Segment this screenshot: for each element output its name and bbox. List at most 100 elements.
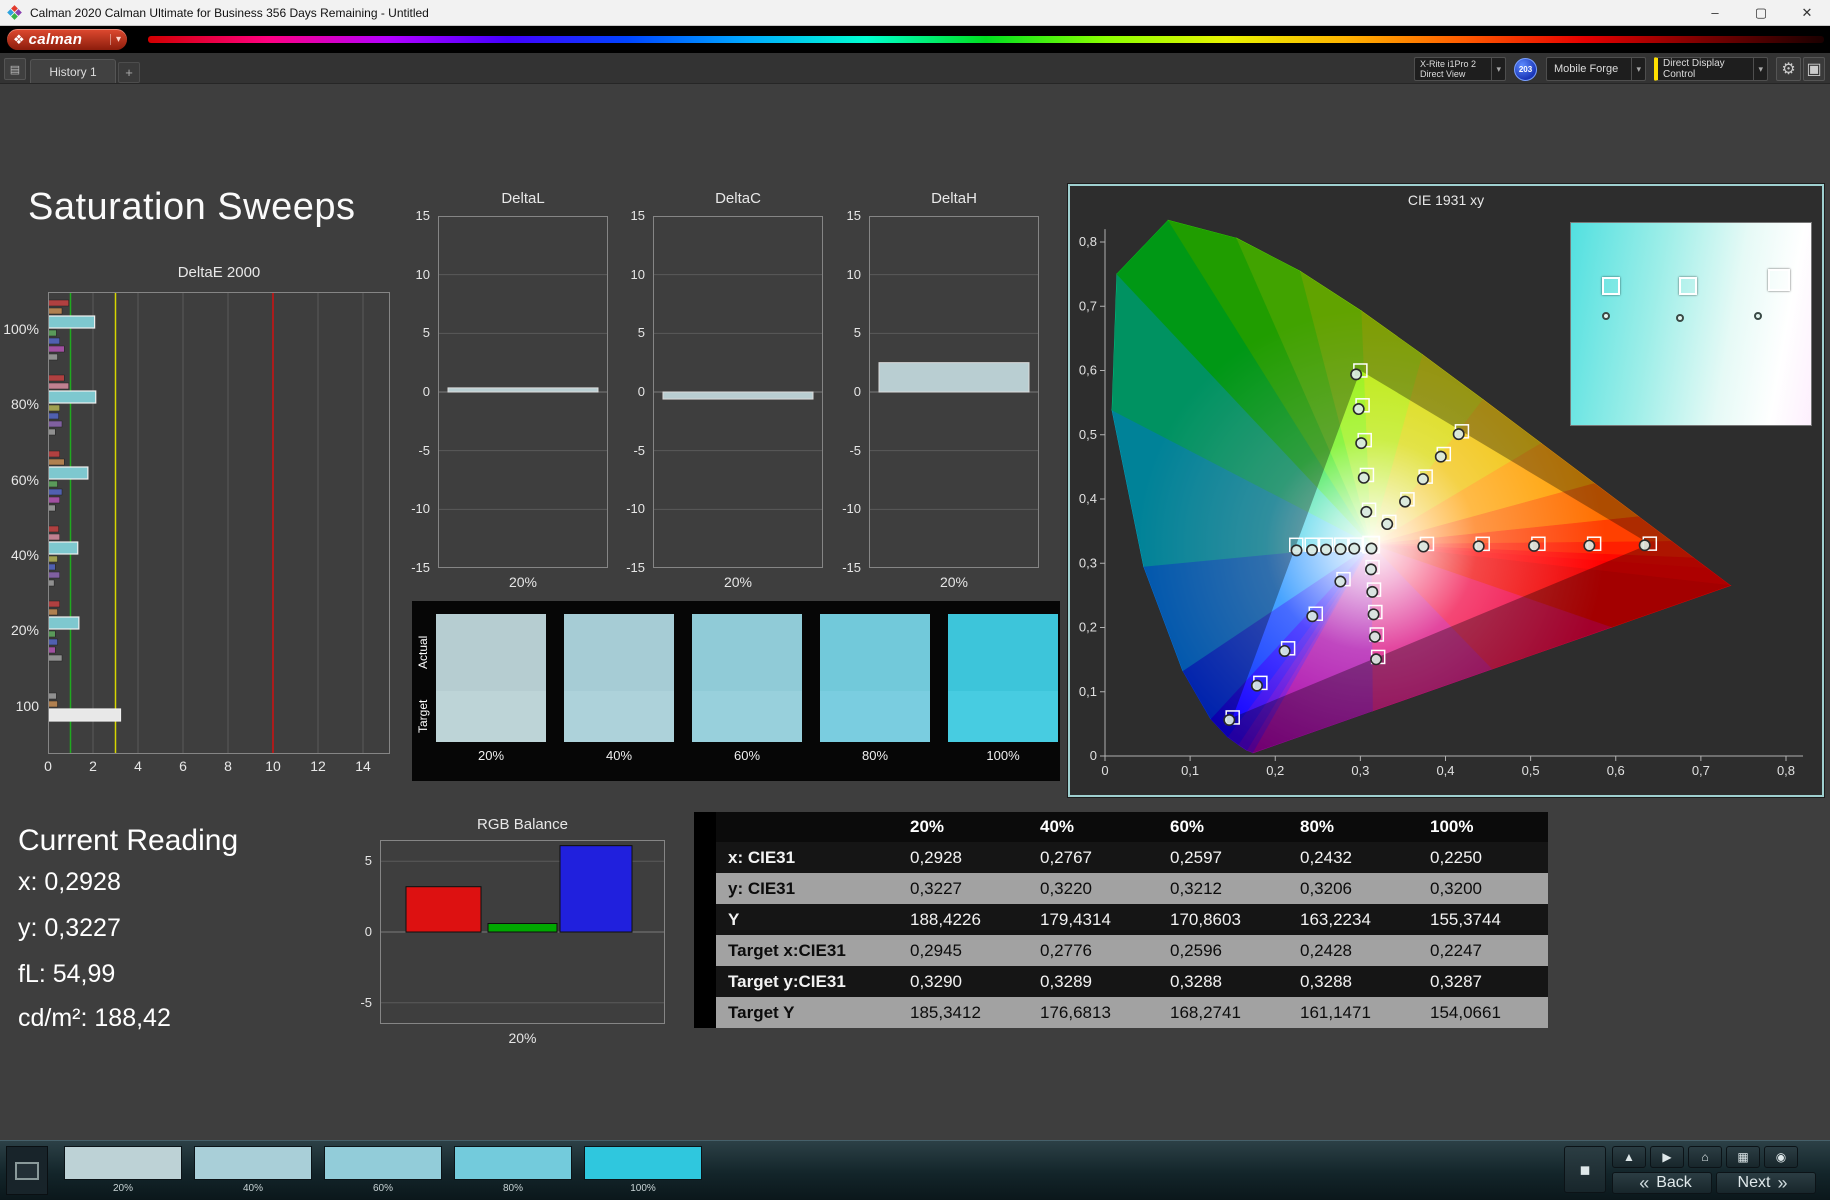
- play-button[interactable]: ▶: [1650, 1146, 1684, 1168]
- pattern-swatch-20%[interactable]: [64, 1146, 182, 1180]
- maximize-button[interactable]: ▢: [1738, 0, 1784, 25]
- deltae-bar: [48, 616, 80, 630]
- measured-marker: [1306, 544, 1319, 557]
- deltae-bar: [48, 504, 56, 512]
- delta-bar: [662, 391, 814, 400]
- meter-status-badge: 203: [1514, 58, 1537, 81]
- display-control-dropdown[interactable]: Direct Display Control ▾: [1654, 57, 1768, 81]
- table-cell: 0,3288: [1158, 966, 1288, 997]
- deltae-bar: [48, 382, 69, 390]
- table-cell: 163,2234: [1288, 904, 1418, 935]
- table-row: Y 188,4226 179,4314 170,8603 163,2234 155,374…: [694, 904, 1548, 935]
- layout-button[interactable]: ▣: [1803, 57, 1825, 81]
- deltae-x-label: 4: [134, 758, 142, 774]
- axis-label: 0,8: [1777, 763, 1795, 778]
- home-button[interactable]: ⌂: [1688, 1146, 1722, 1168]
- deltae-y-label: 40%: [10, 547, 39, 563]
- tab-history-1[interactable]: History 1: [30, 59, 116, 83]
- delta-y-label: 15: [846, 208, 861, 223]
- meter-selector-dropdown[interactable]: X-Rite i1Pro 2 Direct View ▾: [1414, 57, 1506, 81]
- measured-marker: [1416, 473, 1429, 486]
- swatch-compare-column: [436, 614, 546, 742]
- rgb-balance-title: RGB Balance: [477, 816, 568, 833]
- table-cell: 188,4226: [898, 904, 1028, 935]
- settings-gear-button[interactable]: ⚙: [1776, 57, 1801, 81]
- actual-target-swatch-panel: Actual Target 20% 40% 60% 80% 100%: [412, 601, 1060, 781]
- axis-label: 0: [1090, 748, 1097, 763]
- pattern-swatch-60%[interactable]: [324, 1146, 442, 1180]
- swatch-compare-column: [564, 614, 674, 742]
- add-tab-button[interactable]: +: [118, 62, 140, 83]
- current-reading-title: Current Reading: [18, 824, 239, 857]
- measurement-table: 20% 40% 60% 80% 100% x: CIE31 0,2928 0,2767 0,25…: [694, 812, 1548, 1028]
- chevron-down-icon: ▾: [109, 34, 121, 45]
- calman-diamond-icon: ❖: [13, 31, 25, 47]
- measured-marker: [1381, 518, 1394, 531]
- pattern-swatch-100%[interactable]: [584, 1146, 702, 1180]
- rgb-balance-chart: [380, 840, 665, 1024]
- deltae-y-label: 20%: [10, 622, 39, 638]
- table-column-header: 60%: [1158, 812, 1288, 842]
- actual-swatch: [564, 614, 674, 691]
- table-cell: 0,3227: [898, 873, 1028, 904]
- deltae-bar: [48, 337, 60, 345]
- table-row-label: x: CIE31: [716, 842, 898, 873]
- measured-marker: [1306, 610, 1319, 623]
- table-column-header: 80%: [1288, 812, 1418, 842]
- inset-target-marker: [1602, 276, 1621, 295]
- axis-label: 0,6: [1079, 363, 1097, 378]
- axis-label: 0,2: [1079, 620, 1097, 635]
- pattern-grid-button[interactable]: ▦: [1726, 1146, 1760, 1168]
- swatch-column-label: 20%: [477, 748, 505, 763]
- table-row: x: CIE31 0,2928 0,2767 0,2597 0,2432 0,2250: [694, 842, 1548, 873]
- source-selector-dropdown[interactable]: Mobile Forge ▾: [1546, 57, 1646, 81]
- deltae-bar: [48, 345, 65, 353]
- measured-marker: [1366, 585, 1379, 598]
- delta-y-label: -5: [849, 442, 861, 458]
- deltah-chart: [869, 216, 1039, 568]
- delta-y-label: 0: [853, 384, 861, 399]
- deltae-x-label: 6: [179, 758, 187, 774]
- chevron-down-icon: ▾: [1631, 58, 1645, 80]
- deltae-bar: [48, 579, 55, 587]
- history-panel-toggle-button[interactable]: ▤: [4, 58, 26, 80]
- measured-marker: [1223, 714, 1236, 727]
- calman-main-menu-button[interactable]: ❖ calman ▾: [7, 29, 127, 50]
- table-cell: 0,2597: [1158, 842, 1288, 873]
- table-cell: 168,2741: [1158, 997, 1288, 1028]
- back-button[interactable]: « Back: [1612, 1172, 1712, 1194]
- next-button[interactable]: Next »: [1716, 1172, 1816, 1194]
- axis-label: 0,3: [1079, 555, 1097, 570]
- chevron-down-icon: ▾: [1753, 58, 1767, 80]
- table-row-label: Target x:CIE31: [716, 935, 898, 966]
- table-row: Target Y 185,3412 176,6813 168,2741 161,1471…: [694, 997, 1548, 1028]
- record-button[interactable]: ◉: [1764, 1146, 1798, 1168]
- deltae-x-label: 10: [265, 758, 281, 774]
- minimize-button[interactable]: –: [1692, 0, 1738, 25]
- rgb-category-label: 20%: [508, 1030, 537, 1046]
- tab-bar: ▤ History 1 + X-Rite i1Pro 2 Direct View…: [0, 53, 1830, 84]
- actual-row-label: Actual: [416, 635, 430, 670]
- axis-label: 0,2: [1266, 763, 1284, 778]
- pattern-window-button[interactable]: [6, 1146, 48, 1195]
- deltae-bar: [48, 412, 59, 420]
- window-title: Calman 2020 Calman Ultimate for Business…: [30, 5, 429, 20]
- close-button[interactable]: ✕: [1784, 0, 1830, 25]
- pattern-swatch-80%[interactable]: [454, 1146, 572, 1180]
- swatch-column-label: 80%: [861, 748, 889, 763]
- deltae-x-axis-labels: 0 2 4 6 8 10 12 14: [44, 758, 390, 776]
- deltae-bar: [48, 563, 56, 571]
- measured-marker: [1434, 450, 1447, 463]
- delta-y-label: -10: [626, 501, 645, 517]
- deltae-bar: [48, 541, 79, 555]
- measured-marker: [1367, 608, 1380, 621]
- stop-button[interactable]: ◼: [1564, 1146, 1606, 1193]
- delta-y-label: 15: [630, 208, 645, 223]
- eject-button[interactable]: ▲: [1612, 1146, 1646, 1168]
- pattern-swatch-40%[interactable]: [194, 1146, 312, 1180]
- actual-swatch: [820, 614, 930, 691]
- deltae-y-label: 100: [15, 698, 39, 714]
- axis-label: 0,1: [1079, 684, 1097, 699]
- swatch-column-label: 100%: [986, 748, 1020, 763]
- deltae-bar: [48, 496, 60, 504]
